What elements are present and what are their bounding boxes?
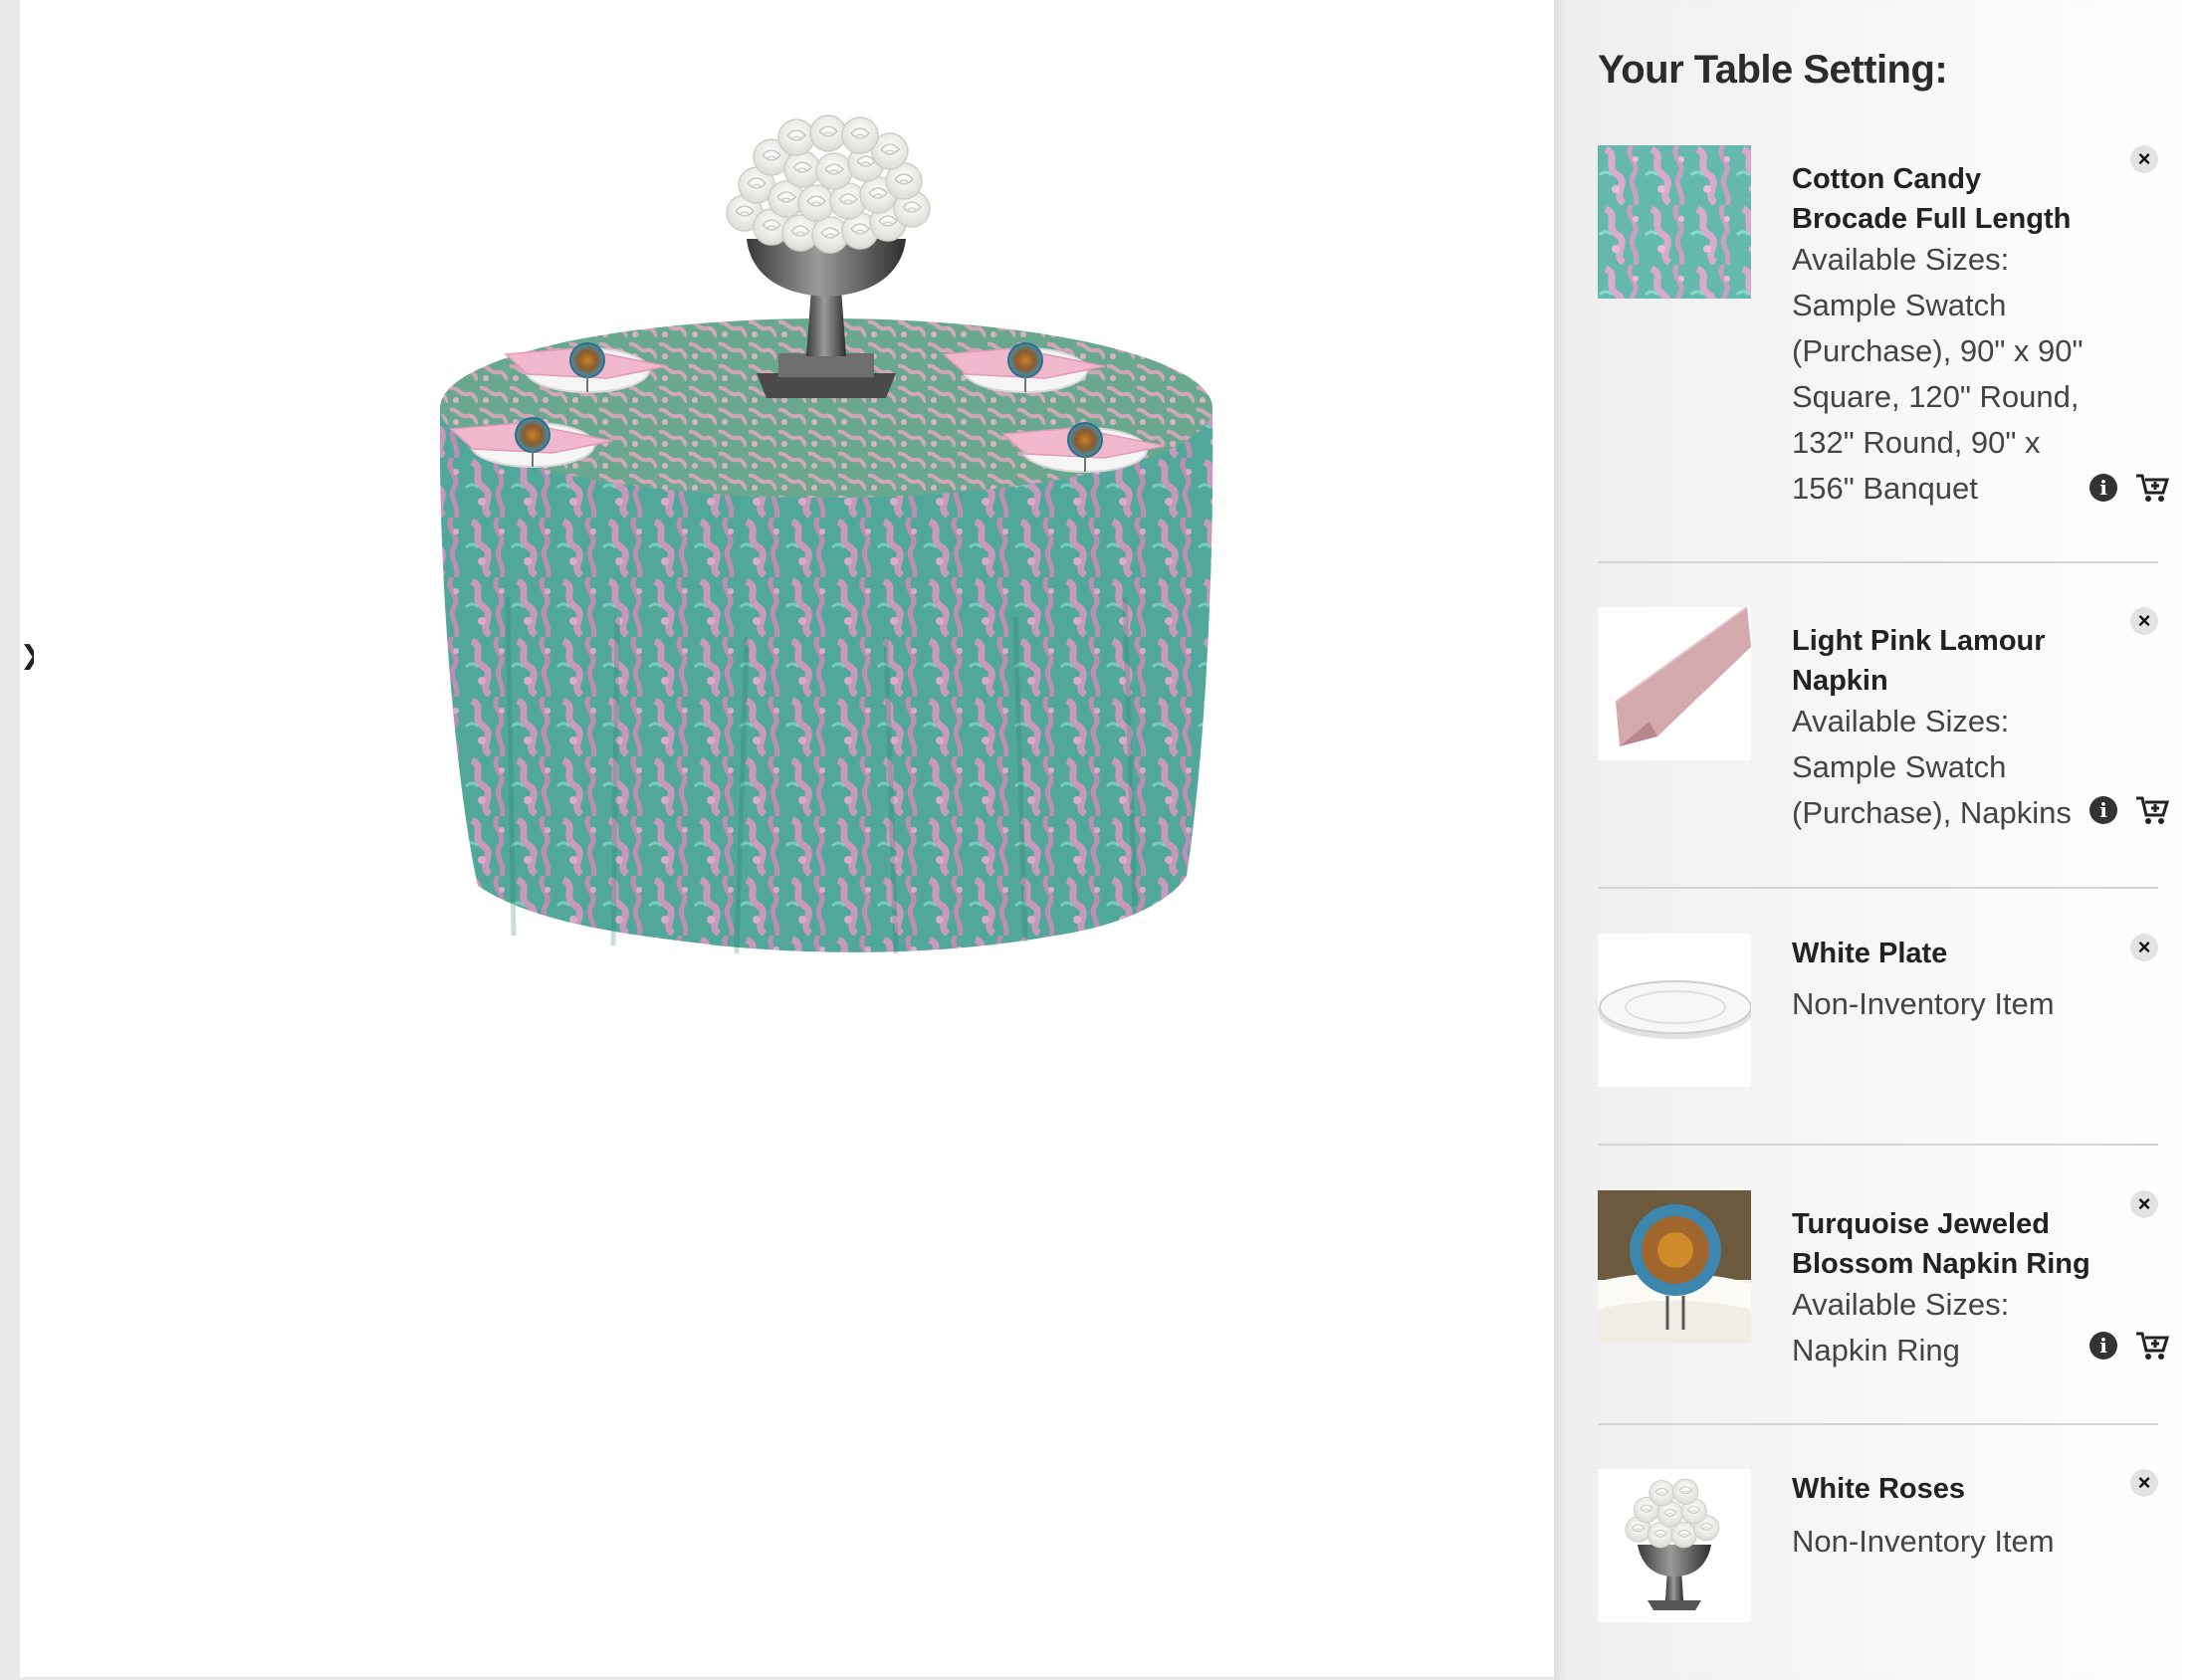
close-icon[interactable]: × <box>2130 934 2158 961</box>
available-sizes-label: Available Sizes: <box>1792 1287 2010 1322</box>
setting-item-roses: White Roses Non-Inventory Item × <box>1598 1469 2158 1638</box>
setting-item-plate: White Plate Non-Inventory Item × <box>1598 934 2158 1103</box>
close-icon[interactable]: × <box>2130 145 2158 173</box>
info-icon[interactable]: i <box>2089 1332 2117 1360</box>
table-preview-canvas: ❯ <box>20 0 1554 1677</box>
available-sizes-value: Sample Swatch (Purchase), 90" x 90" Squa… <box>1792 288 2084 506</box>
item-divider <box>1598 1144 2158 1146</box>
item-name[interactable]: Light Pink Lamour Napkin <box>1792 621 2090 701</box>
item-details: Available Sizes: Napkin Ring <box>1792 1282 2090 1373</box>
close-icon[interactable]: × <box>2130 607 2158 635</box>
available-sizes-value: Napkin Ring <box>1792 1333 1960 1367</box>
item-details: Available Sizes: Sample Swatch (Purchase… <box>1792 699 2090 836</box>
napkin-thumbnail[interactable] <box>1598 607 1751 760</box>
setting-item-napkin: Light Pink Lamour Napkin Available Sizes… <box>1598 607 2169 846</box>
item-name[interactable]: White Plate <box>1792 934 2090 973</box>
item-name[interactable]: Turquoise Jeweled Blossom Napkin Ring <box>1792 1204 2090 1284</box>
setting-item-napkin-ring: Turquoise Jeweled Blossom Napkin Ring Av… <box>1598 1190 2169 1389</box>
available-sizes-label: Available Sizes: <box>1792 242 2010 277</box>
add-to-cart-icon[interactable] <box>2135 795 2169 825</box>
close-icon[interactable]: × <box>2130 1190 2158 1218</box>
info-icon[interactable]: i <box>2089 796 2117 824</box>
napkin-ring-thumbnail[interactable] <box>1598 1190 1751 1344</box>
add-to-cart-icon[interactable] <box>2135 1331 2169 1361</box>
item-divider <box>1598 887 2158 889</box>
brocade-swatch-thumbnail[interactable] <box>1598 145 1751 299</box>
table-setting-sidebar: Your Table Setting: Cotton Candy Brocade… <box>1554 0 2198 1680</box>
plate-thumbnail[interactable] <box>1598 934 1751 1087</box>
item-divider <box>1598 561 2158 563</box>
tablecloth <box>439 318 1213 954</box>
item-note: Non-Inventory Item <box>1792 986 2055 1021</box>
available-sizes-value: Sample Swatch (Purchase), Napkins <box>1792 749 2072 830</box>
sidebar-title: Your Table Setting: <box>1598 48 1948 92</box>
rose-centerpiece-thumbnail[interactable] <box>1598 1469 1751 1622</box>
add-to-cart-icon[interactable] <box>2135 473 2169 503</box>
item-name[interactable]: White Roses <box>1792 1469 2090 1509</box>
item-divider <box>1598 1423 2158 1425</box>
item-name[interactable]: Cotton Candy Brocade Full Length <box>1792 159 2090 239</box>
info-icon[interactable]: i <box>2089 474 2117 502</box>
close-icon[interactable]: × <box>2130 1469 2158 1497</box>
table-setting-preview <box>439 114 1213 954</box>
previous-arrow-icon[interactable]: ❯ <box>20 640 34 670</box>
available-sizes-label: Available Sizes: <box>1792 704 2010 738</box>
setting-item-tablecloth: Cotton Candy Brocade Full Length Availab… <box>1598 145 2169 514</box>
item-note: Non-Inventory Item <box>1792 1524 2055 1559</box>
item-details: Available Sizes: Sample Swatch (Purchase… <box>1792 237 2090 512</box>
